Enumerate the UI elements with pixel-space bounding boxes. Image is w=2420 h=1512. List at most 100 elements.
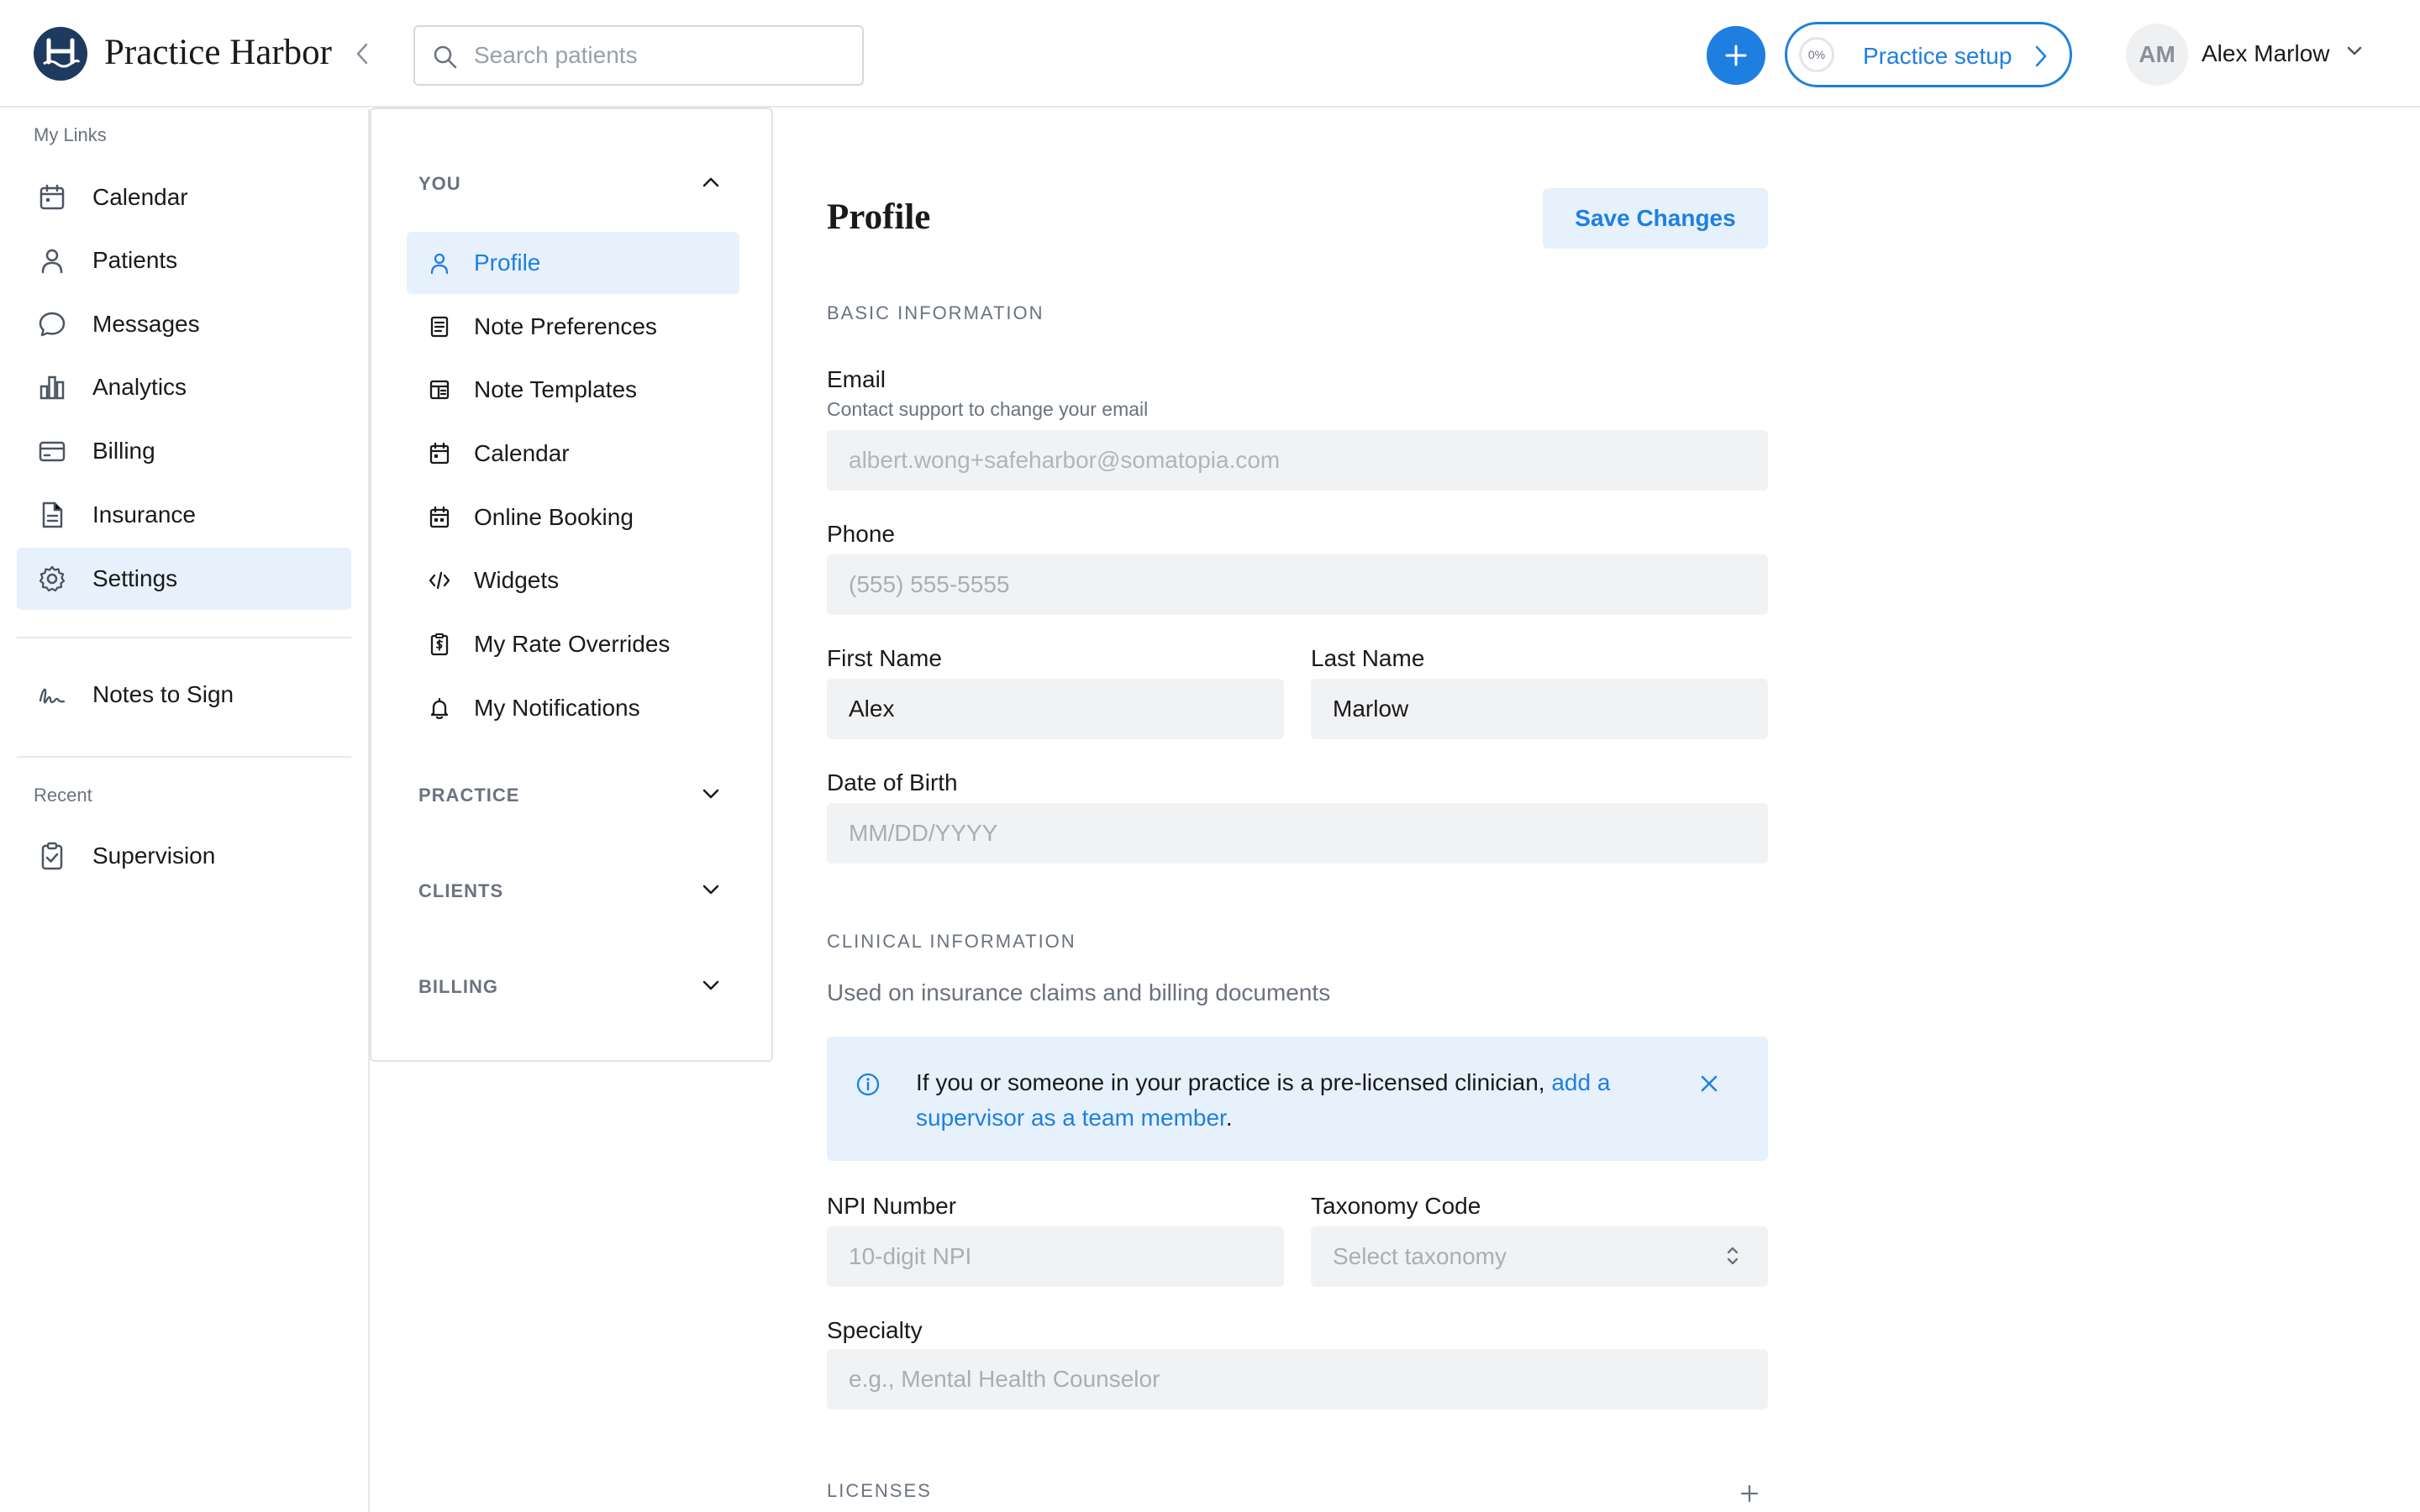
settings-item-note-preferences[interactable]: Note Preferences <box>407 296 739 358</box>
alert-text-end: . <box>1225 1105 1233 1131</box>
patient-search-box <box>413 25 864 86</box>
gear-icon <box>37 564 67 594</box>
sidebar-item-label: Calendar <box>92 184 188 210</box>
settings-item-online-booking[interactable]: Online Booking <box>407 486 739 549</box>
sidebar-item-insurance[interactable]: Insurance <box>17 484 351 546</box>
sidebar-item-messages[interactable]: Messages <box>17 293 351 355</box>
npi-number-field[interactable] <box>827 1226 1284 1287</box>
sidebar-item-calendar[interactable]: Calendar <box>17 166 351 228</box>
document-icon <box>37 500 67 530</box>
avatar[interactable]: AM <box>2126 24 2188 86</box>
settings-item-profile[interactable]: Profile <box>407 232 739 294</box>
settings-item-calendar[interactable]: Calendar <box>407 423 739 485</box>
settings-item-my-notifications[interactable]: My Notifications <box>407 677 739 739</box>
settings-item-label: Note Templates <box>474 376 638 402</box>
close-icon[interactable] <box>1696 1070 1723 1097</box>
bell-icon <box>427 696 452 721</box>
chevron-down-icon[interactable] <box>701 884 721 901</box>
email-field <box>827 430 1768 491</box>
sidebar-item-patients[interactable]: Patients <box>17 229 351 291</box>
taxonomy-select[interactable] <box>1311 1226 1768 1287</box>
sidebar-item-analytics[interactable]: Analytics <box>17 356 351 418</box>
credit-card-icon <box>37 436 67 466</box>
settings-group-practice[interactable]: PRACTICE <box>418 785 519 806</box>
settings-item-label: Calendar <box>474 440 570 466</box>
chevron-down-icon[interactable] <box>2346 45 2363 61</box>
settings-item-label: My Notifications <box>474 695 640 721</box>
chevron-down-icon[interactable] <box>701 788 721 806</box>
code-icon <box>427 568 452 593</box>
chevron-up-icon[interactable] <box>701 175 721 192</box>
date-of-birth-field[interactable] <box>827 803 1768 864</box>
clinical-information-heading: CLINICAL INFORMATION <box>827 931 1076 952</box>
phone-field[interactable] <box>827 554 1768 615</box>
chevron-down-icon[interactable] <box>701 979 721 997</box>
search-icon <box>432 44 459 75</box>
npi-number-label: NPI Number <box>827 1193 957 1219</box>
alert-message: If you or someone in your practice is a … <box>916 1065 1672 1136</box>
bar-chart-icon <box>37 372 67 402</box>
settings-group-clients[interactable]: CLIENTS <box>418 880 503 902</box>
sidebar-item-label: Insurance <box>92 501 196 528</box>
sidebar-item-label: Settings <box>92 565 178 591</box>
settings-item-label: Note Preferences <box>474 313 657 339</box>
calendar-icon <box>427 441 452 466</box>
first-name-label: First Name <box>827 645 942 671</box>
first-name-field[interactable] <box>827 679 1284 739</box>
info-icon <box>855 1072 881 1101</box>
sidebar-divider <box>17 756 351 758</box>
date-of-birth-label: Date of Birth <box>827 769 958 795</box>
clinical-information-description: Used on insurance claims and billing doc… <box>827 979 1331 1005</box>
sidebar-item-billing[interactable]: Billing <box>17 420 351 482</box>
chat-bubble-icon <box>37 309 67 339</box>
settings-item-my-rate-overrides[interactable]: My Rate Overrides <box>407 613 739 675</box>
settings-group-you[interactable]: YOU <box>418 173 461 195</box>
supervisor-info-alert: If you or someone in your practice is a … <box>827 1037 1768 1161</box>
settings-item-label: Widgets <box>474 567 560 593</box>
alert-text: If you or someone in your practice is a … <box>916 1069 1552 1095</box>
basic-information-heading: BASIC INFORMATION <box>827 302 1044 323</box>
person-icon <box>427 250 452 276</box>
practice-harbor-logo-icon[interactable] <box>34 27 87 81</box>
sidebar-item-supervision[interactable]: Supervision <box>17 825 351 887</box>
practice-setup-button[interactable]: 0% Practice setup <box>1785 22 2072 87</box>
settings-item-label: Profile <box>474 249 541 276</box>
settings-item-label: My Rate Overrides <box>474 631 671 657</box>
save-changes-button[interactable]: Save Changes <box>1543 188 1768 249</box>
sidebar-item-label: Notes to Sign <box>92 681 234 707</box>
my-links-label: My Links <box>34 124 107 145</box>
specialty-label: Specialty <box>827 1317 923 1343</box>
calendar-icon <box>37 182 67 213</box>
search-input[interactable] <box>474 27 852 84</box>
sidebar-item-label: Patients <box>92 247 178 273</box>
sidebar-item-notes-to-sign[interactable]: Notes to Sign <box>17 664 351 726</box>
chevron-right-icon <box>2034 45 2048 72</box>
settings-item-label: Online Booking <box>474 504 634 530</box>
setup-progress-value: 0% <box>1807 48 1826 61</box>
calendar-booking-icon <box>427 505 452 530</box>
page-title: Profile <box>827 197 931 237</box>
dollar-clipboard-icon <box>427 632 452 657</box>
sidebar-item-label: Supervision <box>92 843 216 869</box>
add-license-plus-icon[interactable] <box>1738 1482 1761 1505</box>
select-chevrons-icon[interactable] <box>1724 1243 1741 1273</box>
signature-icon <box>37 680 67 710</box>
note-icon <box>427 314 452 339</box>
settings-item-widgets[interactable]: Widgets <box>407 549 739 612</box>
settings-item-note-templates[interactable]: Note Templates <box>407 359 739 421</box>
email-label: Email <box>827 366 886 392</box>
collapse-sidebar-chevron-left-icon[interactable] <box>350 39 375 69</box>
sidebar-item-settings[interactable]: Settings <box>17 548 351 610</box>
settings-group-billing[interactable]: BILLING <box>418 976 498 998</box>
add-new-button[interactable] <box>1707 26 1765 85</box>
specialty-field[interactable] <box>827 1349 1768 1410</box>
brand-name: Practice Harbor <box>104 33 332 72</box>
sidebar-item-label: Analytics <box>92 374 187 400</box>
settings-navigation: YOU Profile Note Preferences Note Templa… <box>370 108 773 1062</box>
person-icon <box>37 245 67 276</box>
template-icon <box>427 377 452 402</box>
user-name[interactable]: Alex Marlow <box>2202 40 2329 67</box>
last-name-field[interactable] <box>1311 679 1768 739</box>
sidebar-divider <box>17 637 351 638</box>
avatar-initials: AM <box>2139 41 2175 67</box>
